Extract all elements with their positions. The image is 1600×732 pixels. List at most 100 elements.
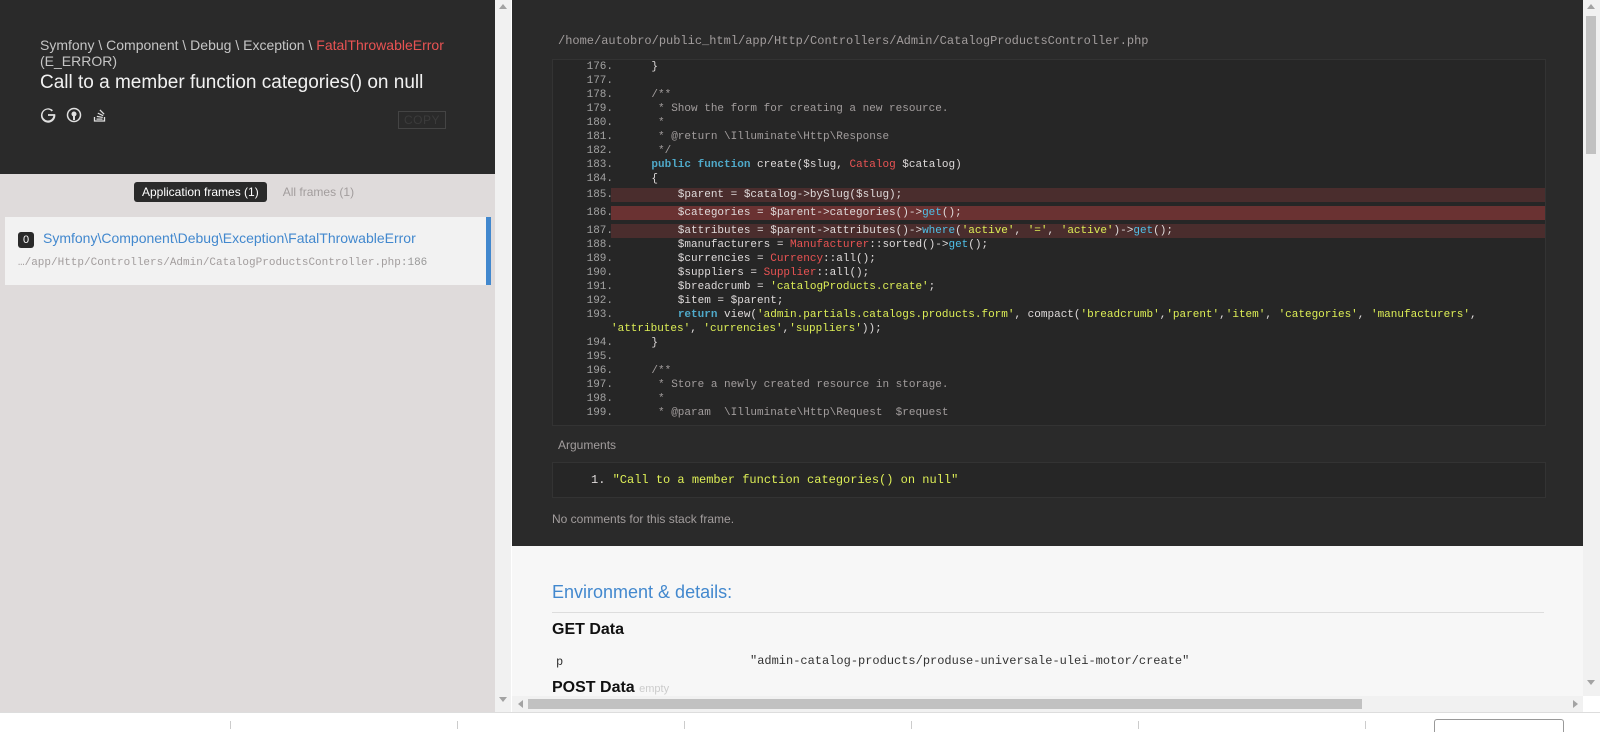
code-line: 197. * Store a newly created resource in… bbox=[553, 378, 1545, 392]
get-data-key: p bbox=[556, 655, 564, 669]
line-number: 184. bbox=[586, 173, 613, 185]
code-line: 'attributes', 'currencies','suppliers'))… bbox=[553, 322, 1545, 336]
line-code: $suppliers = Supplier::all(); bbox=[625, 267, 870, 279]
frame-tabs: Application frames (1) All frames (1) bbox=[134, 182, 362, 202]
frame-index-badge: 0 bbox=[18, 232, 35, 248]
copy-button[interactable]: COPY bbox=[398, 111, 446, 129]
line-code: * Store a newly created resource in stor… bbox=[625, 379, 949, 391]
line-code: * @return \Illuminate\Http\Response bbox=[625, 131, 890, 143]
line-code: /** bbox=[625, 365, 672, 377]
line-number: 194. bbox=[586, 337, 613, 349]
code-line: 188. $manufacturers = Manufacturer::sort… bbox=[553, 238, 1545, 252]
frame-file-path: …/app/Http/Controllers/Admin/CatalogProd… bbox=[18, 257, 401, 269]
line-number: 196. bbox=[586, 365, 613, 377]
code-line: 187. $attributes = $parent->attributes()… bbox=[587, 224, 1545, 238]
scrollbar-thumb[interactable] bbox=[528, 699, 1362, 709]
line-number: 198. bbox=[586, 393, 613, 405]
scroll-up-arrow-icon[interactable] bbox=[499, 4, 507, 9]
line-code: $currencies = Currency::all(); bbox=[625, 253, 876, 265]
comments-text: No comments for this stack frame. bbox=[552, 512, 735, 526]
code-line: 186. $categories = $parent->categories()… bbox=[587, 206, 1545, 220]
line-number: 192. bbox=[586, 295, 613, 307]
line-code: * bbox=[625, 117, 665, 129]
exception-name: FatalThrowableError bbox=[316, 37, 444, 53]
line-code: $breadcrumb = 'catalogProducts.create'; bbox=[625, 281, 936, 293]
code-line: 195. bbox=[553, 350, 1545, 364]
scroll-up-arrow-icon[interactable] bbox=[1587, 4, 1595, 9]
line-code: $parent = $catalog->bySlug($slug); bbox=[625, 189, 903, 201]
line-number: 176. bbox=[586, 61, 613, 73]
code-line: 192. $item = $parent; bbox=[553, 294, 1545, 308]
stack-frame[interactable]: 0 Symfony\Component\Debug\Exception\Fata… bbox=[5, 217, 491, 285]
scrollbar-thumb[interactable] bbox=[1586, 16, 1596, 154]
code-line: 180. * bbox=[553, 116, 1545, 130]
line-number: 191. bbox=[586, 281, 613, 293]
google-icon[interactable] bbox=[40, 107, 56, 125]
line-number: 182. bbox=[586, 145, 613, 157]
frame-file: …/app/Http/Controllers/Admin/CatalogProd… bbox=[18, 257, 427, 269]
tab-all-frames[interactable]: All frames (1) bbox=[275, 182, 362, 202]
line-number: 177. bbox=[586, 75, 613, 87]
tab-application-frames[interactable]: Application frames (1) bbox=[134, 182, 267, 202]
scroll-right-arrow-icon[interactable] bbox=[1573, 700, 1578, 708]
line-code: $manufacturers = Manufacturer::sorted()-… bbox=[625, 239, 989, 251]
code-line: 184. { bbox=[553, 172, 1545, 186]
code-line: 196. /** bbox=[553, 364, 1545, 378]
code-line: 176. } bbox=[553, 60, 1545, 74]
line-number: 187. bbox=[586, 225, 613, 237]
line-code: { bbox=[625, 173, 659, 185]
line-code: */ bbox=[625, 145, 672, 157]
code-line: 181. * @return \Illuminate\Http\Response bbox=[553, 130, 1545, 144]
duckduckgo-icon[interactable] bbox=[66, 107, 82, 125]
line-number: 188. bbox=[586, 239, 613, 251]
main-horizontal-scrollbar[interactable] bbox=[512, 696, 1583, 712]
code-line: 190. $suppliers = Supplier::all(); bbox=[553, 266, 1545, 280]
argument-value: "Call to a member function categories() … bbox=[612, 473, 959, 487]
arguments-block: 1. "Call to a member function categories… bbox=[552, 462, 1546, 498]
get-data-title: GET Data bbox=[552, 621, 625, 638]
line-number: 186. bbox=[586, 207, 613, 219]
exception-namespace: Symfony \ Component \ Debug \ Exception … bbox=[40, 37, 317, 53]
code-line: 199. * @param \Illuminate\Http\Request $… bbox=[553, 406, 1545, 420]
code-line: 182. */ bbox=[553, 144, 1545, 158]
search-links bbox=[40, 107, 108, 125]
post-data-empty: empty bbox=[639, 683, 670, 695]
code-line: 185. $parent = $catalog->bySlug($slug); bbox=[587, 188, 1545, 202]
line-code: } bbox=[625, 337, 659, 349]
code-line: 179. * Show the form for creating a new … bbox=[553, 102, 1545, 116]
exception-class: Symfony \ Component \ Debug \ Exception … bbox=[40, 37, 444, 53]
line-code: /** bbox=[625, 89, 672, 101]
line-number: 180. bbox=[586, 117, 613, 129]
line-number: 181. bbox=[586, 131, 613, 143]
line-number: 183. bbox=[586, 159, 613, 171]
scroll-down-arrow-icon[interactable] bbox=[499, 697, 507, 702]
line-number: 189. bbox=[586, 253, 613, 265]
environment-panel: Environment & details: GET Data p "admin… bbox=[512, 546, 1583, 696]
error-code: (E_ERROR) bbox=[40, 53, 118, 69]
line-code: } bbox=[625, 61, 659, 73]
scroll-down-arrow-icon[interactable] bbox=[1587, 680, 1595, 685]
line-code: 'attributes', 'currencies','suppliers'))… bbox=[611, 323, 882, 335]
main-vertical-scrollbar[interactable] bbox=[1583, 0, 1600, 696]
arguments-label: Arguments bbox=[558, 438, 617, 452]
exception-message: Call to a member function categories() o… bbox=[40, 72, 424, 93]
line-code: public function create($slug, Catalog $c… bbox=[651, 159, 962, 171]
left-panel-scrollbar[interactable] bbox=[495, 0, 511, 712]
code-line: 193. return view('admin.partials.catalog… bbox=[553, 308, 1545, 322]
scroll-left-arrow-icon[interactable] bbox=[518, 700, 523, 708]
stackoverflow-icon[interactable] bbox=[92, 107, 108, 125]
post-data-title: POST Data empty bbox=[552, 679, 669, 696]
line-code: $item = $parent; bbox=[625, 295, 784, 307]
line-number: 197. bbox=[586, 379, 613, 391]
code-line: 191. $breadcrumb = 'catalogProducts.crea… bbox=[553, 280, 1545, 294]
environment-title: Environment & details: bbox=[552, 582, 733, 602]
line-code: return view('admin.partials.catalogs.pro… bbox=[677, 309, 1477, 321]
line-number: 193. bbox=[586, 309, 613, 321]
argument-index: 1. bbox=[591, 473, 606, 487]
code-file-path: /home/autobro/public_html/app/Http/Contr… bbox=[558, 34, 1149, 48]
post-data-label: POST Data bbox=[552, 679, 635, 696]
exception-header: Symfony \ Component \ Debug \ Exception … bbox=[0, 0, 495, 174]
line-code: $categories = $parent->categories()->get… bbox=[625, 207, 962, 219]
get-data-value: "admin-catalog-products/produse-universa… bbox=[750, 654, 1190, 668]
line-number: 185. bbox=[586, 189, 613, 201]
